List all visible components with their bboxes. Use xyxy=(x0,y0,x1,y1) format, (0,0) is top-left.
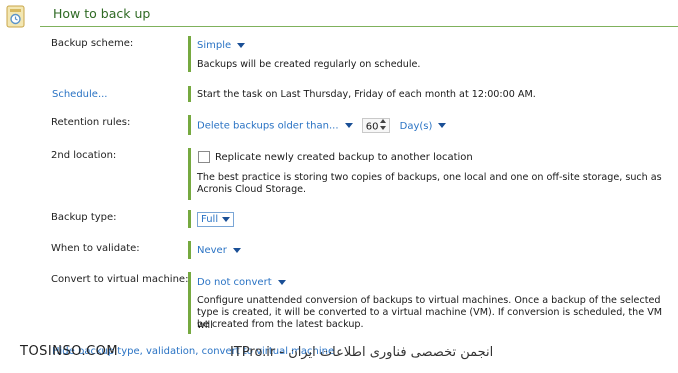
convert-dropdown[interactable]: Do not convert xyxy=(197,277,286,288)
backup-scheme-dropdown[interactable]: Simple xyxy=(197,40,246,51)
chevron-down-icon xyxy=(438,123,447,128)
validate-label: When to validate: xyxy=(51,243,140,254)
second-location-description-1: The best practice is storing two copies … xyxy=(197,172,662,183)
backup-plan-icon xyxy=(5,5,27,29)
replicate-checkbox-label: Replicate newly created backup to anothe… xyxy=(215,152,473,163)
retention-unit-dropdown[interactable]: Day(s) xyxy=(400,121,433,132)
chevron-down-icon xyxy=(344,123,353,128)
chevron-down-icon xyxy=(237,42,246,48)
retention-rule-dropdown[interactable]: Delete backups older than... xyxy=(197,121,339,132)
retention-number: 60 xyxy=(365,121,379,133)
validate-dropdown[interactable]: Never xyxy=(197,245,241,256)
backup-type-label: Backup type: xyxy=(51,212,117,223)
backup-scheme-value: Simple xyxy=(197,40,232,51)
convert-label: Convert to virtual machine: xyxy=(51,274,189,285)
backup-type-bar xyxy=(188,210,191,228)
second-location-bar xyxy=(188,148,191,200)
validate-value: Never xyxy=(197,245,227,256)
replicate-checkbox[interactable] xyxy=(198,151,210,163)
validate-bar xyxy=(188,241,191,259)
convert-bar xyxy=(188,272,191,334)
schedule-link[interactable]: Schedule... xyxy=(52,89,108,100)
backup-scheme-bar xyxy=(188,36,191,72)
schedule-description: Start the task on Last Thursday, Friday … xyxy=(197,89,536,100)
retention-label: Retention rules: xyxy=(51,117,131,128)
backup-scheme-label: Backup scheme: xyxy=(51,38,134,49)
section-title: How to back up xyxy=(53,6,151,21)
replicate-checkbox-row[interactable]: Replicate newly created backup to anothe… xyxy=(198,151,473,163)
chevron-down-icon xyxy=(232,247,241,253)
second-location-label: 2nd location: xyxy=(51,150,117,161)
convert-value: Do not convert xyxy=(197,277,272,288)
title-divider xyxy=(40,26,678,27)
backup-type-value: Full xyxy=(201,214,219,225)
chevron-down-icon xyxy=(222,216,231,222)
backup-type-dropdown[interactable]: Full xyxy=(197,212,235,227)
watermark-right: انجمن تخصصی فناوری اطلاعات ایران - ITPro… xyxy=(230,345,494,360)
schedule-bar xyxy=(188,86,191,102)
stepper-arrows-icon[interactable] xyxy=(380,119,387,134)
chevron-down-icon xyxy=(277,279,286,285)
backup-scheme-description: Backups will be created regularly on sch… xyxy=(197,59,421,70)
convert-description-3: be created from the latest backup. xyxy=(197,319,364,330)
watermark-left: TOSINSO.COM xyxy=(20,344,119,359)
backup-type-select[interactable]: Full xyxy=(197,212,235,227)
retention-number-stepper[interactable]: 60 xyxy=(361,118,391,134)
second-location-description-2: Acronis Cloud Storage. xyxy=(197,184,307,195)
convert-description-1: Configure unattended conversion of backu… xyxy=(197,295,661,306)
retention-controls: Delete backups older than... 60 Day(s) xyxy=(197,118,447,134)
retention-bar xyxy=(188,115,191,135)
